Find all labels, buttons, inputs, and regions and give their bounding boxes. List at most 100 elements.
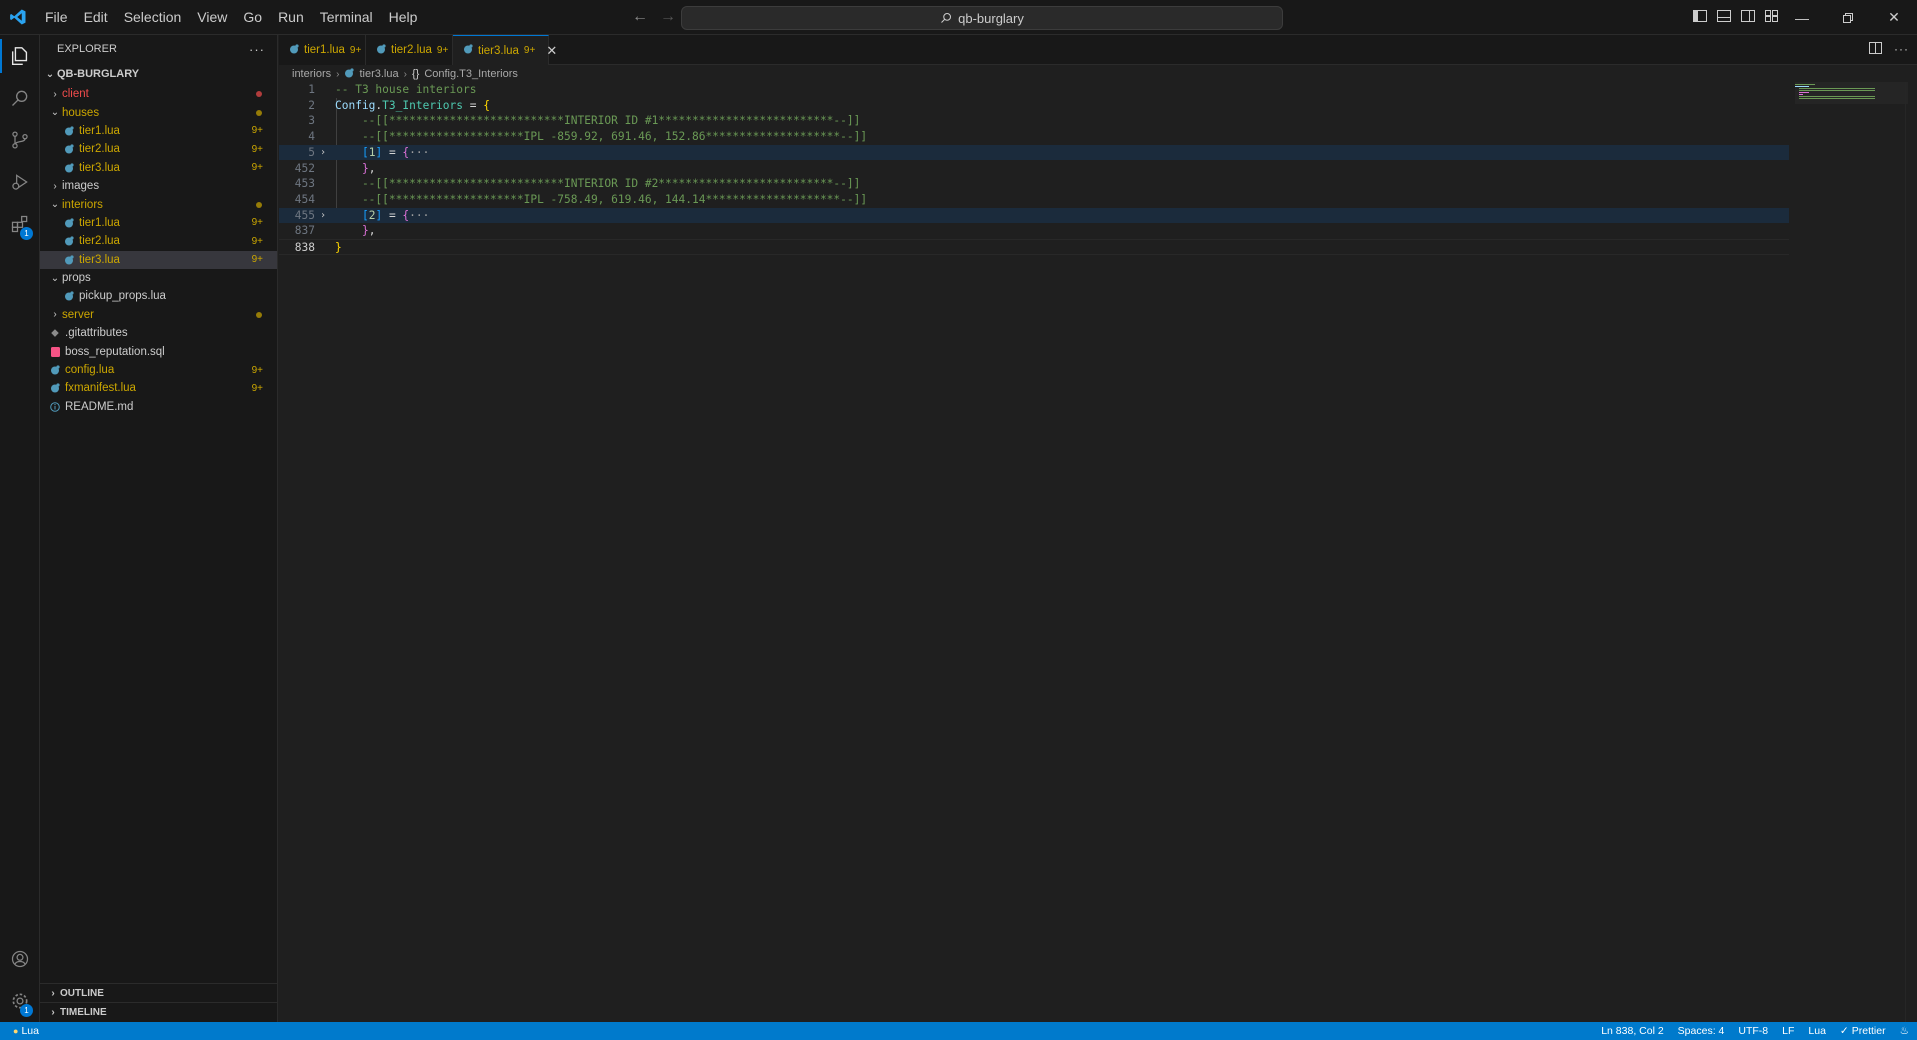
accounts-icon[interactable] bbox=[0, 938, 40, 980]
search-view-icon[interactable] bbox=[0, 77, 40, 119]
file-item[interactable]: tier3.lua 9+ bbox=[40, 159, 277, 177]
file-item[interactable]: tier2.lua 9+ bbox=[40, 140, 277, 158]
breadcrumb-symbol[interactable]: Config.T3_Interiors bbox=[424, 68, 518, 80]
editor-tab[interactable]: tier1.lua 9+ bbox=[279, 35, 366, 65]
activity-bar: 1 1 bbox=[0, 35, 40, 1022]
file-item[interactable]: tier1.lua 9+ bbox=[40, 122, 277, 140]
outline-section[interactable]: › OUTLINE bbox=[40, 983, 278, 1002]
menu-edit[interactable]: Edit bbox=[76, 0, 116, 35]
file-item[interactable]: README.md bbox=[40, 398, 277, 416]
code-line[interactable]: 454 --[[********************IPL -758.49,… bbox=[279, 192, 1789, 208]
code-line[interactable]: 838} bbox=[279, 239, 1789, 255]
tab-label: tier2.lua bbox=[391, 44, 432, 56]
code-editor[interactable]: 1 -- T3 house interiors 2 Config.T3_Interio… bbox=[279, 82, 1917, 1022]
code-line[interactable]: 3 --[[**************************INTERIOR… bbox=[279, 113, 1789, 129]
menu-go[interactable]: Go bbox=[235, 0, 270, 35]
code-line[interactable]: 1 -- T3 house interiors bbox=[279, 82, 1789, 98]
editor-scrollbar[interactable] bbox=[1905, 82, 1917, 1022]
command-center-search[interactable]: qb-burglary bbox=[681, 6, 1283, 30]
outline-title: OUTLINE bbox=[60, 987, 104, 999]
timeline-title: TIMELINE bbox=[60, 1006, 107, 1018]
status-language-mode[interactable]: Lua bbox=[1808, 1025, 1826, 1037]
status-indentation[interactable]: Spaces: 4 bbox=[1678, 1025, 1725, 1037]
code-line[interactable]: 4 --[[********************IPL -859.92, 6… bbox=[279, 129, 1789, 145]
code-line[interactable]: 2 Config.T3_Interiors = { bbox=[279, 98, 1789, 114]
file-item[interactable]: config.lua 9+ bbox=[40, 361, 277, 379]
code-token: ··· bbox=[409, 145, 430, 159]
file-item[interactable]: pickup_props.lua bbox=[40, 287, 277, 305]
fold-chevron-icon[interactable]: › bbox=[320, 145, 326, 161]
toggle-secondary-sidebar-icon[interactable] bbox=[1740, 8, 1756, 24]
back-arrow-icon[interactable]: ← bbox=[632, 8, 648, 26]
customize-layout-icon[interactable] bbox=[1764, 8, 1780, 24]
menu-selection[interactable]: Selection bbox=[116, 0, 190, 35]
code-line[interactable]: 837 }, bbox=[279, 223, 1789, 239]
folder-item[interactable]: ⌄ props bbox=[40, 269, 277, 287]
editor-tab[interactable]: tier3.lua 9+ ✕ bbox=[453, 35, 557, 65]
status-prettier[interactable]: ✓ Prettier bbox=[1840, 1025, 1886, 1037]
status-language-left[interactable]: ● Lua bbox=[13, 1025, 39, 1037]
code-text: --[[********************IPL -758.49, 619… bbox=[335, 192, 867, 208]
chevron-right-icon: › bbox=[51, 987, 55, 999]
status-encoding[interactable]: UTF-8 bbox=[1738, 1025, 1768, 1037]
breadcrumb-folder[interactable]: interiors bbox=[292, 68, 331, 80]
folder-item[interactable]: ⌄ interiors bbox=[40, 195, 277, 213]
explorer-title: EXPLORER bbox=[57, 43, 117, 55]
code-line[interactable]: 452 }, bbox=[279, 161, 1789, 177]
lua-file-icon bbox=[62, 255, 76, 265]
restore-button[interactable] bbox=[1825, 0, 1871, 35]
file-item[interactable]: boss_reputation.sql bbox=[40, 342, 277, 360]
editor-tab[interactable]: tier2.lua 9+ bbox=[366, 35, 453, 65]
folder-item[interactable]: › images bbox=[40, 177, 277, 195]
file-item[interactable]: fxmanifest.lua 9+ bbox=[40, 379, 277, 397]
workspace-root-label: QB-BURGLARY bbox=[57, 68, 140, 80]
toggle-panel-icon[interactable] bbox=[1716, 8, 1732, 24]
notifications-bell-icon[interactable]: ♨ bbox=[1900, 1025, 1909, 1037]
status-cursor-position[interactable]: Ln 838, Col 2 bbox=[1601, 1025, 1663, 1037]
breadcrumb-file[interactable]: tier3.lua bbox=[359, 68, 398, 80]
close-tab-icon[interactable]: ✕ bbox=[546, 43, 557, 59]
code-text: --[[**************************INTERIOR I… bbox=[335, 176, 860, 192]
code-line[interactable]: 453 --[[**************************INTERI… bbox=[279, 176, 1789, 192]
tree-item-label: houses bbox=[62, 106, 100, 119]
file-tree: ⌄ QB-BURGLARY › client ⌄ houses tier1.lua 9+ t… bbox=[40, 63, 277, 416]
run-debug-icon[interactable] bbox=[0, 161, 40, 203]
menu-help[interactable]: Help bbox=[381, 0, 426, 35]
folder-item[interactable]: ⌄ houses bbox=[40, 103, 277, 121]
file-item[interactable]: tier2.lua 9+ bbox=[40, 232, 277, 250]
explorer-icon[interactable] bbox=[0, 35, 40, 77]
code-token: [ bbox=[361, 145, 369, 159]
file-item[interactable]: tier1.lua 9+ bbox=[40, 214, 277, 232]
source-control-icon[interactable] bbox=[0, 119, 40, 161]
workspace-root[interactable]: ⌄ QB-BURGLARY bbox=[40, 63, 277, 85]
minimize-button[interactable]: — bbox=[1779, 0, 1825, 35]
explorer-more-actions-icon[interactable]: ··· bbox=[249, 42, 265, 57]
toggle-primary-sidebar-icon[interactable] bbox=[1692, 8, 1708, 24]
status-eol[interactable]: LF bbox=[1782, 1025, 1794, 1037]
more-actions-icon[interactable]: ··· bbox=[1894, 42, 1909, 57]
menu-file[interactable]: File bbox=[37, 0, 76, 35]
menu-run[interactable]: Run bbox=[270, 0, 312, 35]
manage-gear-icon[interactable]: 1 bbox=[0, 980, 40, 1022]
file-item[interactable]: tier3.lua 9+ bbox=[40, 250, 277, 269]
tree-item-label: .gitattributes bbox=[65, 327, 128, 340]
code-line[interactable]: 5 › [1] = {··· bbox=[279, 144, 1789, 161]
timeline-section[interactable]: › TIMELINE bbox=[40, 1002, 278, 1021]
menu-view[interactable]: View bbox=[189, 0, 235, 35]
code-line[interactable]: 455 › [2] = {··· bbox=[279, 207, 1789, 224]
forward-arrow-icon[interactable]: → bbox=[660, 8, 676, 26]
extensions-icon[interactable]: 1 bbox=[0, 203, 40, 245]
fold-chevron-icon[interactable]: › bbox=[320, 208, 326, 224]
folder-item[interactable]: › client bbox=[40, 85, 277, 103]
code-text: -- T3 house interiors bbox=[335, 82, 476, 98]
menu-terminal[interactable]: Terminal bbox=[312, 0, 381, 35]
editor-actions: ··· bbox=[1869, 42, 1909, 57]
folder-item[interactable]: › server bbox=[40, 306, 277, 324]
minimap[interactable] bbox=[1795, 82, 1885, 112]
file-item[interactable]: ⬥ .gitattributes bbox=[40, 324, 277, 342]
close-window-button[interactable]: ✕ bbox=[1871, 0, 1917, 35]
editor-tabs: tier1.lua 9+ tier2.lua 9+ tier3.lua 9+ ✕ ··· bbox=[279, 35, 1917, 65]
code-text: --[[********************IPL -859.92, 691… bbox=[335, 129, 867, 145]
split-editor-icon[interactable] bbox=[1869, 42, 1882, 57]
